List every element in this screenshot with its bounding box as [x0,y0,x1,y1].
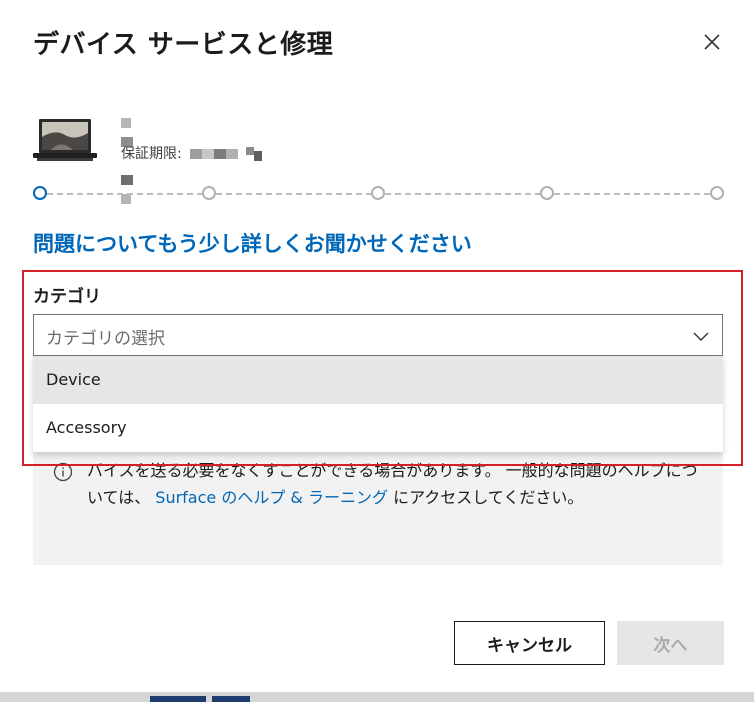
warranty-info: 保証期限: [121,143,270,163]
chevron-down-icon [693,332,709,341]
step-connector [385,193,541,195]
dialog-title: デバイス サービスと修理 [33,30,334,60]
info-box: バイスを送る必要をなくすことができる場合があります。 一般的な問題のヘルプについ… [33,452,723,565]
info-text-after: にアクセスしてください。 [393,488,584,507]
category-placeholder: カテゴリの選択 [46,329,165,349]
info-text: バイスを送る必要をなくすことができる場合があります。 一般的な問題のヘルプについ… [87,457,707,511]
surface-help-link[interactable]: Surface のヘルプ & ラーニング [155,488,388,507]
step-5 [710,186,724,200]
section-heading: 問題についてもう少し詳しくお聞かせください [33,232,472,256]
step-connector [47,193,203,195]
progress-stepper [33,185,725,203]
step-4 [540,186,554,200]
info-icon [53,462,73,482]
warranty-label: 保証期限: [121,146,182,162]
close-icon[interactable] [698,28,726,56]
device-name-masked [121,118,139,204]
option-label: Device [46,370,101,389]
step-connector [216,193,372,195]
step-connector [554,193,710,195]
category-dropdown-list: Device Accessory [33,356,723,452]
next-button[interactable]: 次へ [617,621,724,665]
category-label: カテゴリ [33,287,101,307]
background-taskbar-strip [0,692,754,702]
close-button[interactable] [698,28,726,56]
category-select[interactable]: カテゴリの選択 [33,314,723,356]
category-option-accessory[interactable]: Accessory [33,404,723,452]
cancel-button[interactable]: キャンセル [454,621,605,665]
service-dialog: デバイス サービスと修理 保証期限: 問題についてもう少し詳しくお聞かせください… [0,0,754,692]
step-1-active [33,186,47,200]
warranty-date-masked [190,147,263,161]
option-label: Accessory [46,418,127,437]
category-option-device[interactable]: Device [33,356,723,404]
laptop-icon [33,119,97,161]
step-3 [371,186,385,200]
step-2 [202,186,216,200]
